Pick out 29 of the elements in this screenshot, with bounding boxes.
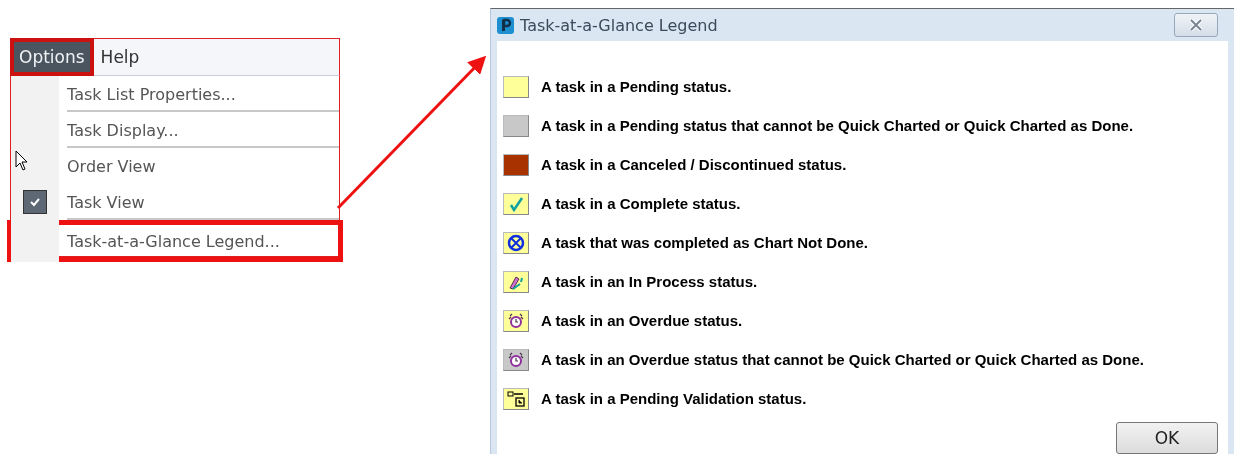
alarm-clock-icon bbox=[503, 348, 529, 371]
pencil-icon bbox=[503, 270, 529, 293]
clock-note-icon bbox=[503, 387, 529, 410]
menu-bar-item[interactable]: Options bbox=[11, 39, 93, 75]
cursor-icon bbox=[15, 150, 29, 172]
ok-button[interactable]: OK bbox=[1116, 422, 1218, 454]
menu-item[interactable]: Task List Properties... bbox=[11, 76, 339, 112]
close-icon bbox=[1189, 19, 1203, 31]
legend-text: A task in a Pending Validation status. bbox=[541, 390, 807, 407]
alarm-clock-icon bbox=[503, 309, 529, 332]
legend-text: A task in a Canceled / Discontinued status. bbox=[541, 156, 847, 173]
menu-item[interactable]: Task-at-a-Glance Legend... bbox=[7, 220, 343, 262]
menu-item[interactable]: Order View bbox=[11, 148, 339, 184]
app-icon bbox=[497, 16, 514, 34]
legend-text: A task in a Pending status that cannot be Quick Charted or Quick Charted as Done. bbox=[541, 117, 1134, 134]
legend-text: A task in an Overdue status that cannot be Quick Charted or Quick Charted as Done. bbox=[541, 351, 1144, 368]
window-title: Task-at-a-Glance Legend bbox=[520, 15, 719, 35]
legend-text: A task in a Complete status. bbox=[541, 195, 741, 212]
close-button[interactable] bbox=[1174, 13, 1218, 37]
menu-item[interactable]: Task Display... bbox=[11, 112, 339, 148]
prohibited-icon bbox=[503, 231, 529, 254]
legend-text: A task in a Pending status. bbox=[541, 78, 732, 95]
menu-bar-item[interactable]: Help bbox=[92, 39, 148, 75]
menu-item[interactable]: Task View bbox=[11, 184, 339, 220]
legend-text: A task that was completed as Chart Not Done. bbox=[541, 234, 868, 251]
legend-text: A task in an Overdue status. bbox=[541, 312, 743, 329]
checkmark-icon bbox=[503, 192, 529, 215]
legend-text: A task in an In Process status. bbox=[541, 273, 758, 290]
checkmark-icon bbox=[23, 190, 47, 214]
